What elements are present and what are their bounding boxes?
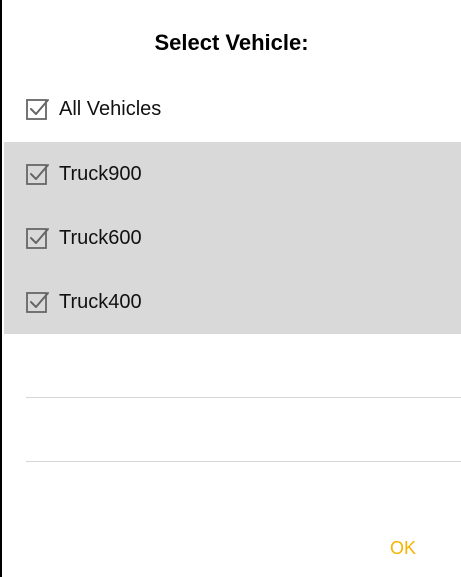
vehicle-select-dialog: Select Vehicle: All Vehicles Truck900 Tr… — [0, 0, 461, 577]
checkbox-checked-icon[interactable] — [25, 96, 51, 122]
checkbox-checked-icon[interactable] — [25, 289, 51, 315]
vehicle-option-label: Truck900 — [59, 162, 142, 185]
vehicle-option-truck600[interactable]: Truck600 — [4, 206, 461, 270]
dialog-title: Select Vehicle: — [154, 30, 309, 55]
list-divider — [26, 397, 461, 398]
vehicle-option-truck400[interactable]: Truck400 — [4, 270, 461, 334]
vehicle-option-label: All Vehicles — [59, 97, 162, 120]
vehicle-option-label: Truck600 — [59, 226, 142, 249]
vehicle-option-all-vehicles[interactable]: All Vehicles — [4, 77, 461, 141]
ok-button[interactable]: OK — [390, 538, 416, 559]
checkbox-checked-icon[interactable] — [25, 225, 51, 251]
list-divider — [26, 461, 461, 462]
vehicle-option-label: Truck400 — [59, 290, 142, 313]
vehicle-option-truck900[interactable]: Truck900 — [4, 142, 461, 206]
checkbox-checked-icon[interactable] — [25, 161, 51, 187]
